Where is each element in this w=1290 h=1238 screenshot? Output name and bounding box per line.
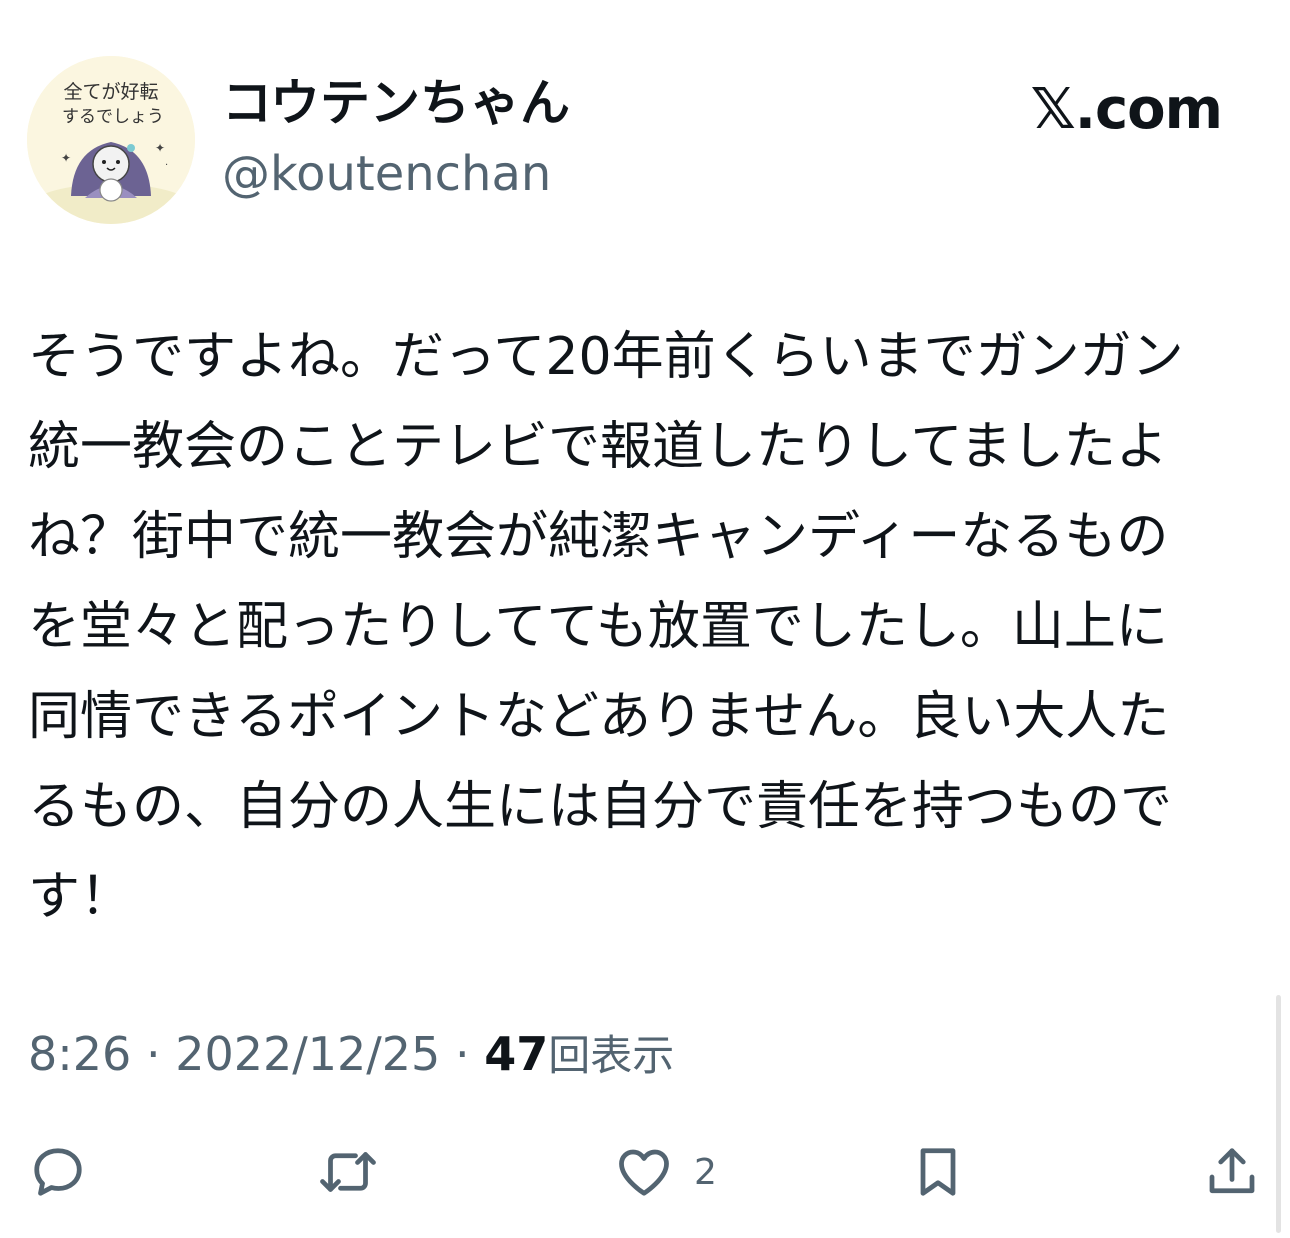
retweet-icon — [320, 1152, 376, 1192]
meta-separator: · — [145, 1027, 161, 1081]
views-count: 47 — [484, 1027, 549, 1081]
views-label: 回表示 — [548, 1031, 675, 1080]
like-count: 2 — [694, 1151, 717, 1193]
reply-button[interactable] — [28, 1140, 88, 1204]
svg-text:·: · — [165, 160, 168, 171]
tweet-time[interactable]: 8:26 — [28, 1027, 131, 1081]
avatar[interactable]: 全てが好転 するでしょう ✦ ✦ · — [27, 56, 195, 224]
x-logo: 𝕏.com — [1030, 77, 1223, 142]
display-name[interactable]: コウテンちゃん — [222, 70, 570, 136]
share-button[interactable] — [1202, 1140, 1262, 1204]
like-button[interactable]: 2 — [614, 1140, 717, 1204]
tweet-meta: 8:26 · 2022/12/25 · 47回表示 — [28, 1024, 674, 1086]
tweet-date[interactable]: 2022/12/25 — [175, 1027, 440, 1081]
retweet-button[interactable] — [318, 1140, 378, 1204]
handle[interactable]: @koutenchan — [222, 144, 551, 204]
reply-icon — [34, 1148, 82, 1196]
svg-text:するでしょう: するでしょう — [62, 107, 164, 127]
tweet-text: そうですよね。だって20年前くらいまでガンガン統一教会のことテレビで報道したりし… — [28, 327, 1184, 927]
svg-text:✦: ✦ — [61, 151, 71, 165]
svg-text:✦: ✦ — [155, 141, 165, 155]
bookmark-button[interactable] — [908, 1140, 968, 1204]
avatar-text-line1: 全てが好転 — [63, 81, 158, 103]
avatar-text-line2: するでしょう — [62, 107, 164, 127]
meta-separator: · — [454, 1027, 470, 1081]
svg-text:全てが好転: 全てが好転 — [63, 81, 158, 103]
bookmark-icon — [920, 1148, 956, 1196]
scrollbar[interactable] — [1276, 995, 1281, 1233]
share-icon — [1209, 1148, 1255, 1194]
heart-icon — [619, 1149, 669, 1196]
